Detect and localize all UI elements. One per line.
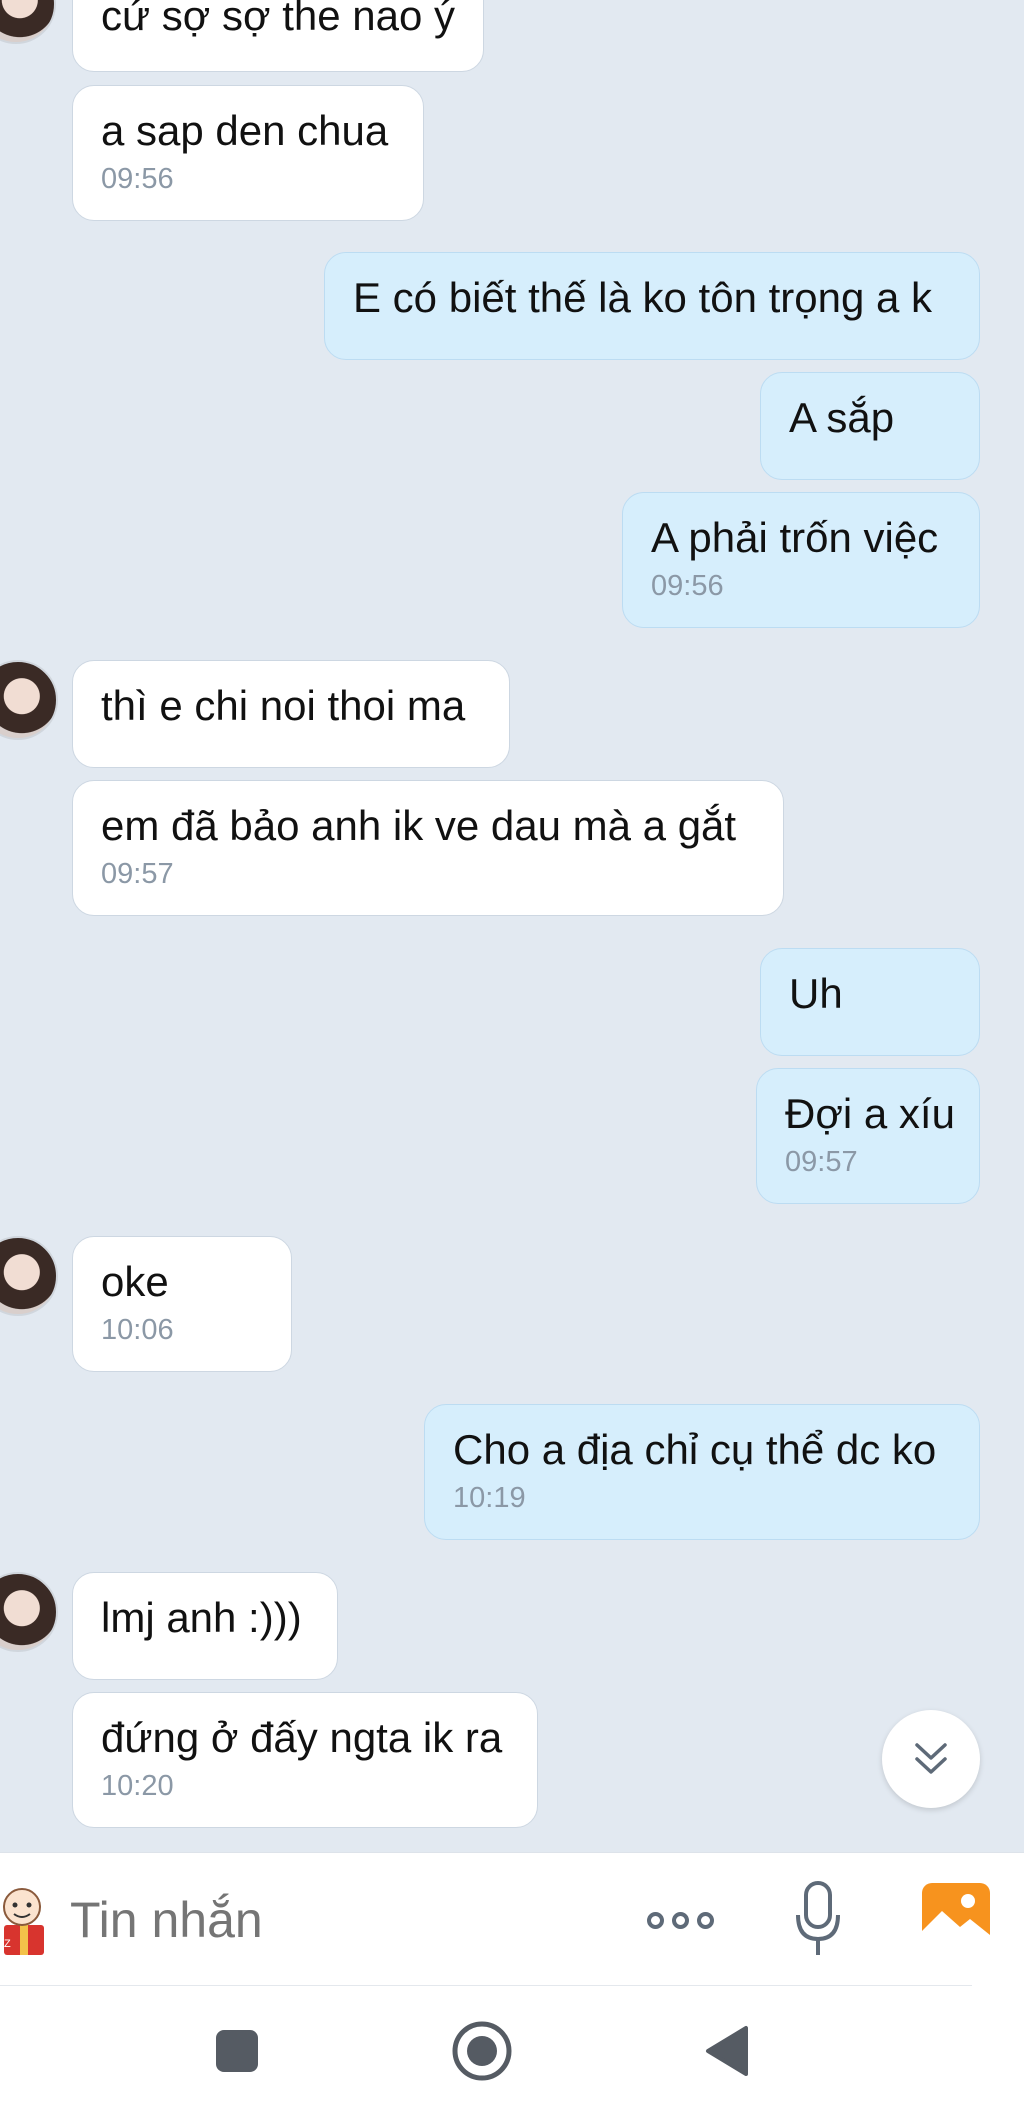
photo-gallery-icon[interactable] [922, 1883, 990, 1945]
message-text: A phải trốn việc [651, 514, 939, 561]
svg-text:Z: Z [4, 1938, 11, 1950]
sticker-icon[interactable]: Z [0, 1883, 52, 1959]
message-time: 09:57 [101, 858, 174, 890]
incoming-message[interactable]: oke 10:06 [72, 1236, 292, 1372]
incoming-message[interactable]: thì e chi noi thoi ma [72, 660, 510, 768]
home-button[interactable] [447, 2016, 517, 2086]
message-text: a sap den chua [101, 107, 389, 154]
message-text: A sắp [789, 394, 895, 441]
message-text: cứ sợ sợ the nao ý [101, 0, 456, 39]
system-navigation-bar [0, 1986, 1024, 2116]
message-time: 09:56 [651, 570, 724, 602]
message-text: em đã bảo anh ik ve dau mà a gắt [101, 802, 737, 849]
message-text: Đợi a xíu [785, 1090, 955, 1137]
outgoing-message[interactable]: Đợi a xíu 09:57 [756, 1068, 980, 1204]
outgoing-message[interactable]: A sắp [760, 372, 980, 480]
contact-avatar[interactable] [0, 1572, 58, 1652]
outgoing-message[interactable]: Cho a địa chỉ cụ thể dc ko 10:19 [424, 1404, 980, 1540]
contact-avatar[interactable] [0, 660, 58, 740]
message-time: 10:20 [101, 1770, 174, 1802]
incoming-message[interactable]: cứ sợ sợ the nao ý [72, 0, 484, 72]
back-button[interactable] [692, 2016, 762, 2086]
more-options-dot [696, 1911, 714, 1929]
message-composer: Z [0, 1852, 1024, 1987]
message-input[interactable] [70, 1883, 590, 1957]
incoming-message[interactable]: lmj anh :))) [72, 1572, 338, 1680]
outgoing-message[interactable]: A phải trốn việc 09:56 [622, 492, 980, 628]
message-text: thì e chi noi thoi ma [101, 682, 466, 729]
back-icon [706, 2026, 748, 2076]
recent-apps-icon [216, 2030, 258, 2072]
more-options-dot [671, 1911, 689, 1929]
contact-avatar[interactable] [0, 1236, 58, 1316]
more-options-button[interactable] [640, 1897, 720, 1943]
incoming-message[interactable]: đứng ở đấy ngta ik ra 10:20 [72, 1692, 538, 1828]
microphone-icon[interactable] [790, 1877, 846, 1963]
message-time: 09:57 [785, 1146, 858, 1178]
more-options-icon [646, 1911, 664, 1929]
home-icon [452, 2021, 512, 2081]
message-text: oke [101, 1258, 169, 1305]
message-text: đứng ở đấy ngta ik ra [101, 1714, 503, 1761]
contact-avatar[interactable] [0, 0, 56, 44]
incoming-message[interactable]: em đã bảo anh ik ve dau mà a gắt 09:57 [72, 780, 784, 916]
outgoing-message[interactable]: Uh [760, 948, 980, 1056]
chevron-double-down-icon [915, 1743, 947, 1774]
scroll-to-bottom-button[interactable] [882, 1710, 980, 1808]
message-time: 09:56 [101, 163, 174, 195]
message-text: E có biết thế là ko tôn trọng a k [353, 274, 933, 321]
outgoing-message[interactable]: E có biết thế là ko tôn trọng a k [324, 252, 980, 360]
incoming-message[interactable]: a sap den chua 09:56 [72, 85, 424, 221]
message-text: Cho a địa chỉ cụ thể dc ko [453, 1426, 937, 1473]
chat-thread[interactable]: cứ sợ sợ the nao ý a sap den chua 09:56 … [0, 0, 1024, 1852]
message-time: 10:06 [101, 1314, 174, 1346]
recent-apps-button[interactable] [202, 2016, 272, 2086]
message-text: lmj anh :))) [101, 1594, 302, 1641]
message-time: 10:19 [453, 1482, 526, 1514]
message-text: Uh [789, 970, 843, 1017]
